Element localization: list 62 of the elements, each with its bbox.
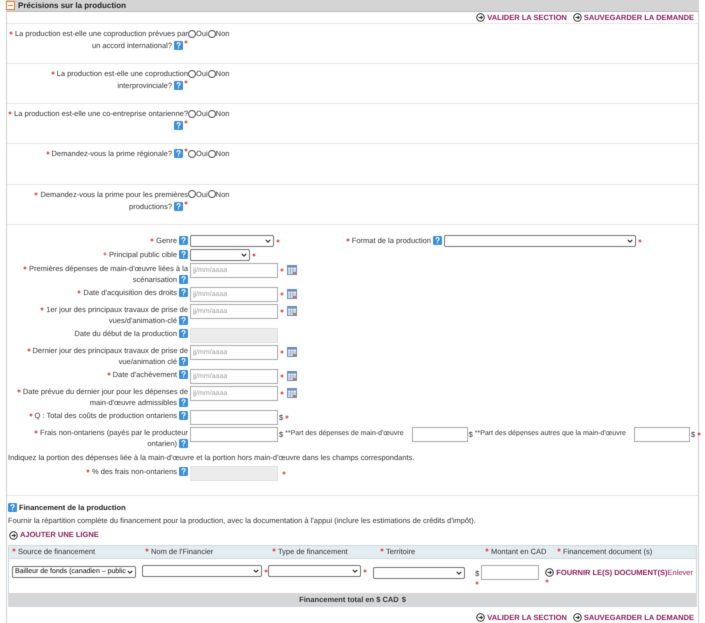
help-icon[interactable] bbox=[174, 202, 183, 211]
arrow-circle-icon bbox=[9, 530, 18, 540]
help-icon[interactable] bbox=[174, 121, 183, 130]
calendar-icon[interactable] bbox=[287, 306, 297, 316]
chevron-down-icon bbox=[127, 569, 133, 576]
help-icon[interactable] bbox=[179, 328, 188, 338]
help-icon[interactable] bbox=[179, 356, 188, 366]
radio-button[interactable] bbox=[188, 190, 196, 198]
arrow-circle-icon bbox=[476, 612, 486, 622]
chevron-down-icon bbox=[265, 238, 271, 244]
help-icon[interactable] bbox=[179, 274, 188, 284]
help-icon[interactable] bbox=[179, 236, 188, 245]
help-icon[interactable] bbox=[179, 438, 188, 448]
help-icon[interactable] bbox=[174, 149, 183, 158]
radio-button[interactable] bbox=[208, 30, 216, 38]
arrow-circle-icon bbox=[545, 568, 554, 577]
arrow-circle-icon bbox=[572, 612, 582, 622]
chevron-down-icon bbox=[352, 568, 358, 574]
territory-select[interactable] bbox=[372, 566, 465, 579]
help-icon[interactable] bbox=[179, 370, 188, 379]
amount-field[interactable] bbox=[481, 564, 540, 580]
financier-select[interactable] bbox=[142, 564, 262, 577]
radio-button[interactable] bbox=[188, 70, 196, 78]
section-header[interactable]: Précisions sur la production bbox=[6, 0, 699, 12]
amount-field[interactable] bbox=[190, 410, 278, 425]
calendar-icon[interactable] bbox=[287, 265, 297, 276]
calendar-icon[interactable] bbox=[287, 347, 297, 358]
radio-button[interactable] bbox=[208, 190, 216, 198]
calendar-icon[interactable] bbox=[287, 371, 297, 382]
help-icon[interactable] bbox=[179, 250, 188, 259]
radio-button[interactable] bbox=[188, 110, 196, 118]
chevron-down-icon bbox=[456, 570, 462, 576]
chevron-down-icon bbox=[252, 568, 259, 574]
format-select[interactable] bbox=[444, 234, 636, 247]
amount-field[interactable] bbox=[412, 426, 468, 442]
chevron-down-icon bbox=[627, 238, 633, 244]
help-icon[interactable] bbox=[179, 466, 188, 476]
chevron-down-icon bbox=[241, 252, 247, 258]
help-icon[interactable] bbox=[174, 41, 183, 50]
calendar-icon[interactable] bbox=[287, 289, 297, 300]
collapse-icon[interactable] bbox=[6, 1, 15, 10]
help-icon[interactable] bbox=[179, 410, 188, 420]
section-title: Précisions sur la production bbox=[18, 0, 126, 12]
help-icon[interactable] bbox=[179, 398, 188, 407]
financing-type-select[interactable] bbox=[268, 564, 361, 577]
radio-button[interactable] bbox=[208, 110, 216, 118]
audience-select[interactable] bbox=[190, 248, 250, 261]
help-icon[interactable] bbox=[433, 236, 442, 246]
help-icon[interactable] bbox=[179, 316, 188, 325]
arrow-circle-icon bbox=[572, 13, 582, 22]
genre-select[interactable] bbox=[190, 234, 274, 247]
help-icon[interactable] bbox=[8, 503, 17, 512]
help-icon[interactable] bbox=[179, 288, 188, 297]
calendar-icon[interactable] bbox=[287, 388, 297, 398]
help-icon[interactable] bbox=[174, 81, 183, 90]
amount-field[interactable] bbox=[634, 426, 690, 442]
radio-button[interactable] bbox=[188, 150, 196, 158]
radio-button[interactable] bbox=[208, 70, 216, 78]
amount-field[interactable] bbox=[190, 426, 278, 442]
radio-button[interactable] bbox=[208, 150, 216, 158]
arrow-circle-icon bbox=[476, 13, 486, 22]
radio-button[interactable] bbox=[188, 30, 196, 38]
